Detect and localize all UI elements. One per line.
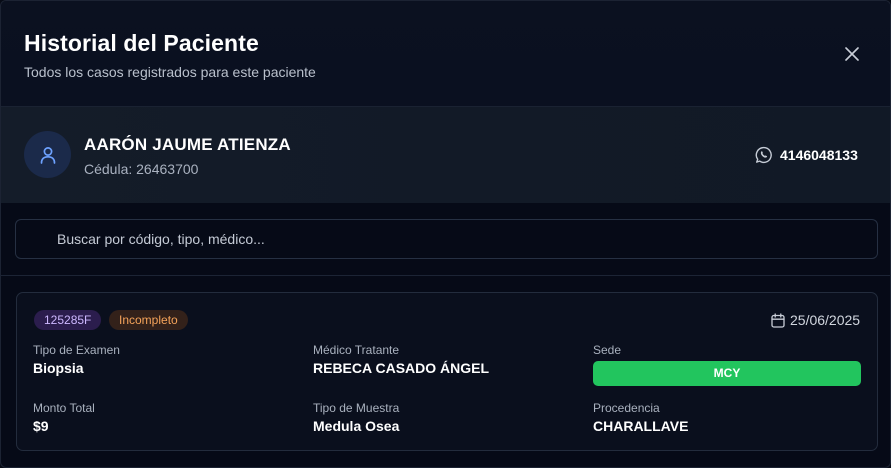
doctor-label: Médico Tratante <box>313 343 400 357</box>
patient-id: Cédula: 26463700 <box>84 161 199 177</box>
close-icon <box>845 47 859 61</box>
origin-label: Procedencia <box>593 401 660 415</box>
case-card[interactable]: 125285F Incompleto 25/06/2025 Tipo de Ex… <box>16 292 878 451</box>
dialog-title: Historial del Paciente <box>24 30 259 56</box>
dialog-header: Historial del Paciente Todos los casos r… <box>1 1 890 107</box>
section-divider <box>1 275 890 276</box>
avatar <box>24 131 71 178</box>
case-status-badge: Incompleto <box>109 310 188 330</box>
doctor-value: REBECA CASADO ÁNGEL <box>313 360 490 376</box>
dialog-subtitle: Todos los casos registrados para este pa… <box>24 64 316 80</box>
case-code-badge: 125285F <box>34 310 102 330</box>
sample-type-label: Tipo de Muestra <box>313 401 400 415</box>
whatsapp-phone-link[interactable]: 4146048133 <box>755 146 858 164</box>
origin-value: CHARALLAVE <box>593 418 689 434</box>
sample-type-value: Medula Osea <box>313 418 400 434</box>
whatsapp-icon <box>755 146 772 164</box>
patient-name: AARÓN JAUME ATIENZA <box>84 135 291 154</box>
patient-history-dialog: Historial del Paciente Todos los casos r… <box>0 0 891 468</box>
search-input[interactable] <box>16 220 877 258</box>
close-button[interactable] <box>839 41 865 67</box>
phone-number: 4146048133 <box>780 147 858 163</box>
exam-type-value: Biopsia <box>33 360 84 376</box>
amount-value: $9 <box>33 418 49 434</box>
case-date: 25/06/2025 <box>771 312 860 328</box>
site-badge: MCY <box>593 361 861 386</box>
exam-type-label: Tipo de Examen <box>33 343 120 357</box>
search-field[interactable] <box>15 219 878 259</box>
calendar-icon <box>771 312 785 328</box>
site-label: Sede <box>593 343 622 357</box>
amount-label: Monto Total <box>33 401 95 415</box>
user-icon <box>40 146 55 164</box>
patient-info-panel: AARÓN JAUME ATIENZA Cédula: 26463700 414… <box>1 107 890 203</box>
case-date-text: 25/06/2025 <box>790 312 861 328</box>
